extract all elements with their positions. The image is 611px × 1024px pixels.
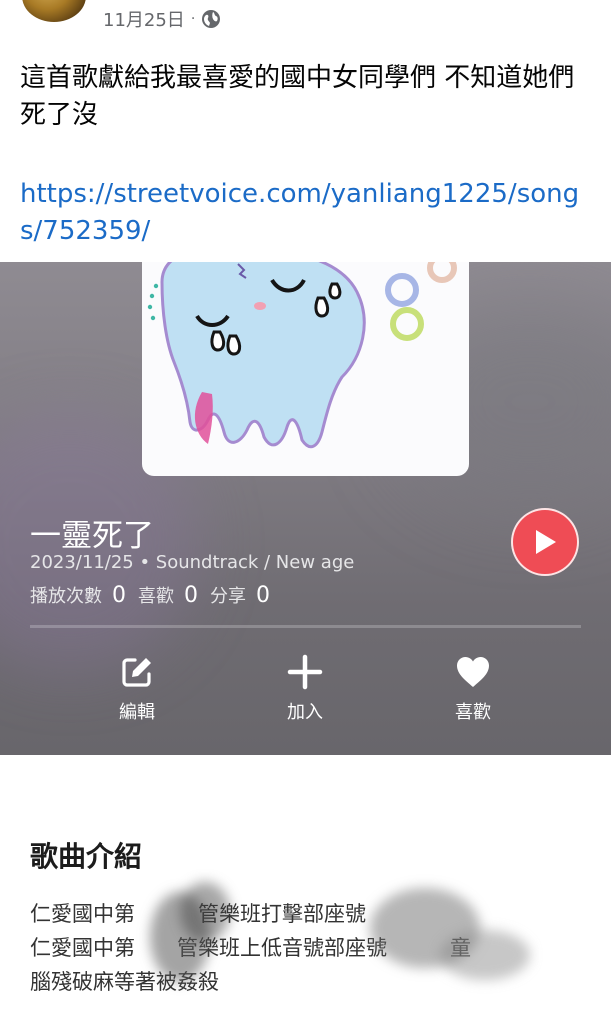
intro-heading: 歌曲介紹 — [30, 840, 143, 873]
play-button[interactable] — [511, 508, 579, 576]
play-icon — [536, 530, 556, 554]
like-button[interactable]: 喜歡 — [423, 654, 523, 724]
like-label: 喜歡 — [455, 702, 491, 723]
stat-value-plays: 0 — [112, 582, 126, 608]
post-meta: 11月25日 · — [103, 6, 221, 32]
edit-icon — [122, 658, 151, 687]
intro-line: 仁愛國中第 管樂班打擊部座號 — [30, 902, 366, 926]
stat-value-likes: 0 — [184, 582, 198, 608]
song-embed-player[interactable]: 一靈死了 2023/11/25 • Soundtrack / New age 播… — [0, 262, 611, 755]
edit-button[interactable]: 編輯 — [87, 654, 187, 724]
album-cover[interactable] — [142, 262, 469, 476]
song-stats: 播放次數 0 喜歡 0 分享 0 — [30, 582, 276, 608]
redaction-smudge — [440, 930, 530, 980]
stat-label-shares: 分享 — [210, 586, 246, 607]
avatar[interactable] — [22, 0, 86, 22]
stat-value-shares: 0 — [256, 582, 270, 608]
stat-label-likes: 喜歡 — [138, 586, 174, 607]
ghost-illustration — [147, 262, 457, 449]
post-link[interactable]: https://streetvoice.com/yanliang1225/son… — [20, 176, 595, 250]
add-button[interactable]: 加入 — [255, 654, 355, 724]
edit-label: 編輯 — [119, 702, 155, 723]
divider — [30, 625, 581, 628]
add-label: 加入 — [287, 702, 323, 723]
meta-separator: · — [190, 11, 196, 27]
stat-label-plays: 播放次數 — [30, 586, 102, 607]
heart-icon — [457, 657, 489, 687]
plus-icon — [287, 654, 323, 690]
post-date[interactable]: 11月25日 — [103, 6, 185, 32]
post-text: 這首歌獻給我最喜愛的國中女同學們 不知道她們死了沒 — [20, 63, 575, 130]
song-title[interactable]: 一靈死了 — [30, 510, 154, 555]
song-meta: 2023/11/25 • Soundtrack / New age — [30, 552, 355, 573]
globe-icon — [202, 10, 221, 28]
redaction-smudge — [180, 882, 230, 942]
